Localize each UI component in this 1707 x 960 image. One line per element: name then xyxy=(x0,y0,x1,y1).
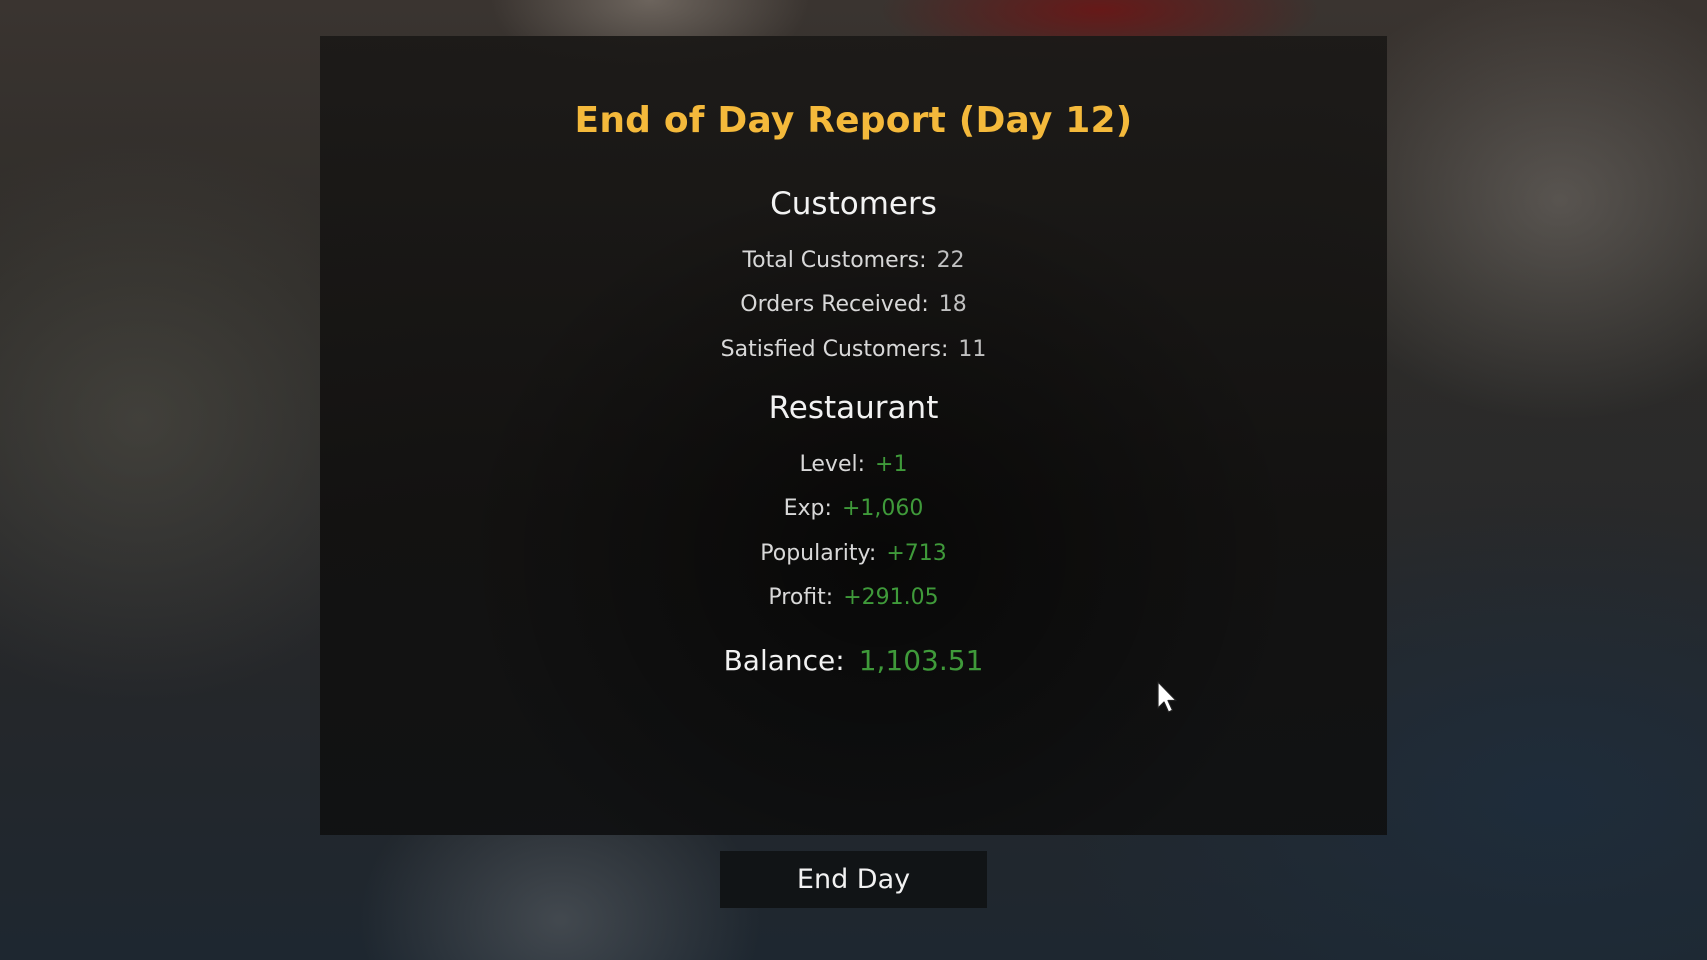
balance-value: 1,103.51 xyxy=(858,644,984,677)
stat-popularity: Popularity: +713 xyxy=(320,541,1387,566)
stat-value: +713 xyxy=(886,541,947,566)
stat-label: Profit: xyxy=(768,585,834,610)
stat-value: 11 xyxy=(958,337,987,362)
stat-value: 18 xyxy=(938,292,967,317)
customers-heading: Customers xyxy=(770,186,937,222)
end-day-button[interactable]: End Day xyxy=(720,851,987,908)
stat-value: +291.05 xyxy=(843,585,939,610)
stat-value: +1 xyxy=(875,452,908,477)
mouse-pointer-icon xyxy=(1157,681,1177,713)
stat-total-customers: Total Customers: 22 xyxy=(320,248,1387,273)
stat-label: Orders Received: xyxy=(740,292,929,317)
stat-label: Total Customers: xyxy=(742,248,927,273)
stat-label: Exp: xyxy=(783,496,832,521)
report-title: End of Day Report (Day 12) xyxy=(574,100,1133,141)
restaurant-heading: Restaurant xyxy=(768,390,939,426)
stat-orders-received: Orders Received: 18 xyxy=(320,292,1387,317)
stat-label: Popularity: xyxy=(760,541,877,566)
stat-value: +1,060 xyxy=(841,496,924,521)
stat-profit: Profit: +291.05 xyxy=(320,585,1387,610)
stat-level: Level: +1 xyxy=(320,452,1387,477)
end-of-day-report-panel: End of Day Report (Day 12) Customers Tot… xyxy=(320,36,1387,835)
stat-satisfied-customers: Satisfied Customers: 11 xyxy=(320,337,1387,362)
stat-label: Level: xyxy=(799,452,866,477)
balance-label: Balance: xyxy=(723,644,845,677)
balance-row: Balance: 1,103.51 xyxy=(320,644,1387,677)
stat-exp: Exp: +1,060 xyxy=(320,496,1387,521)
stat-label: Satisfied Customers: xyxy=(720,337,949,362)
stat-value: 22 xyxy=(936,248,965,273)
